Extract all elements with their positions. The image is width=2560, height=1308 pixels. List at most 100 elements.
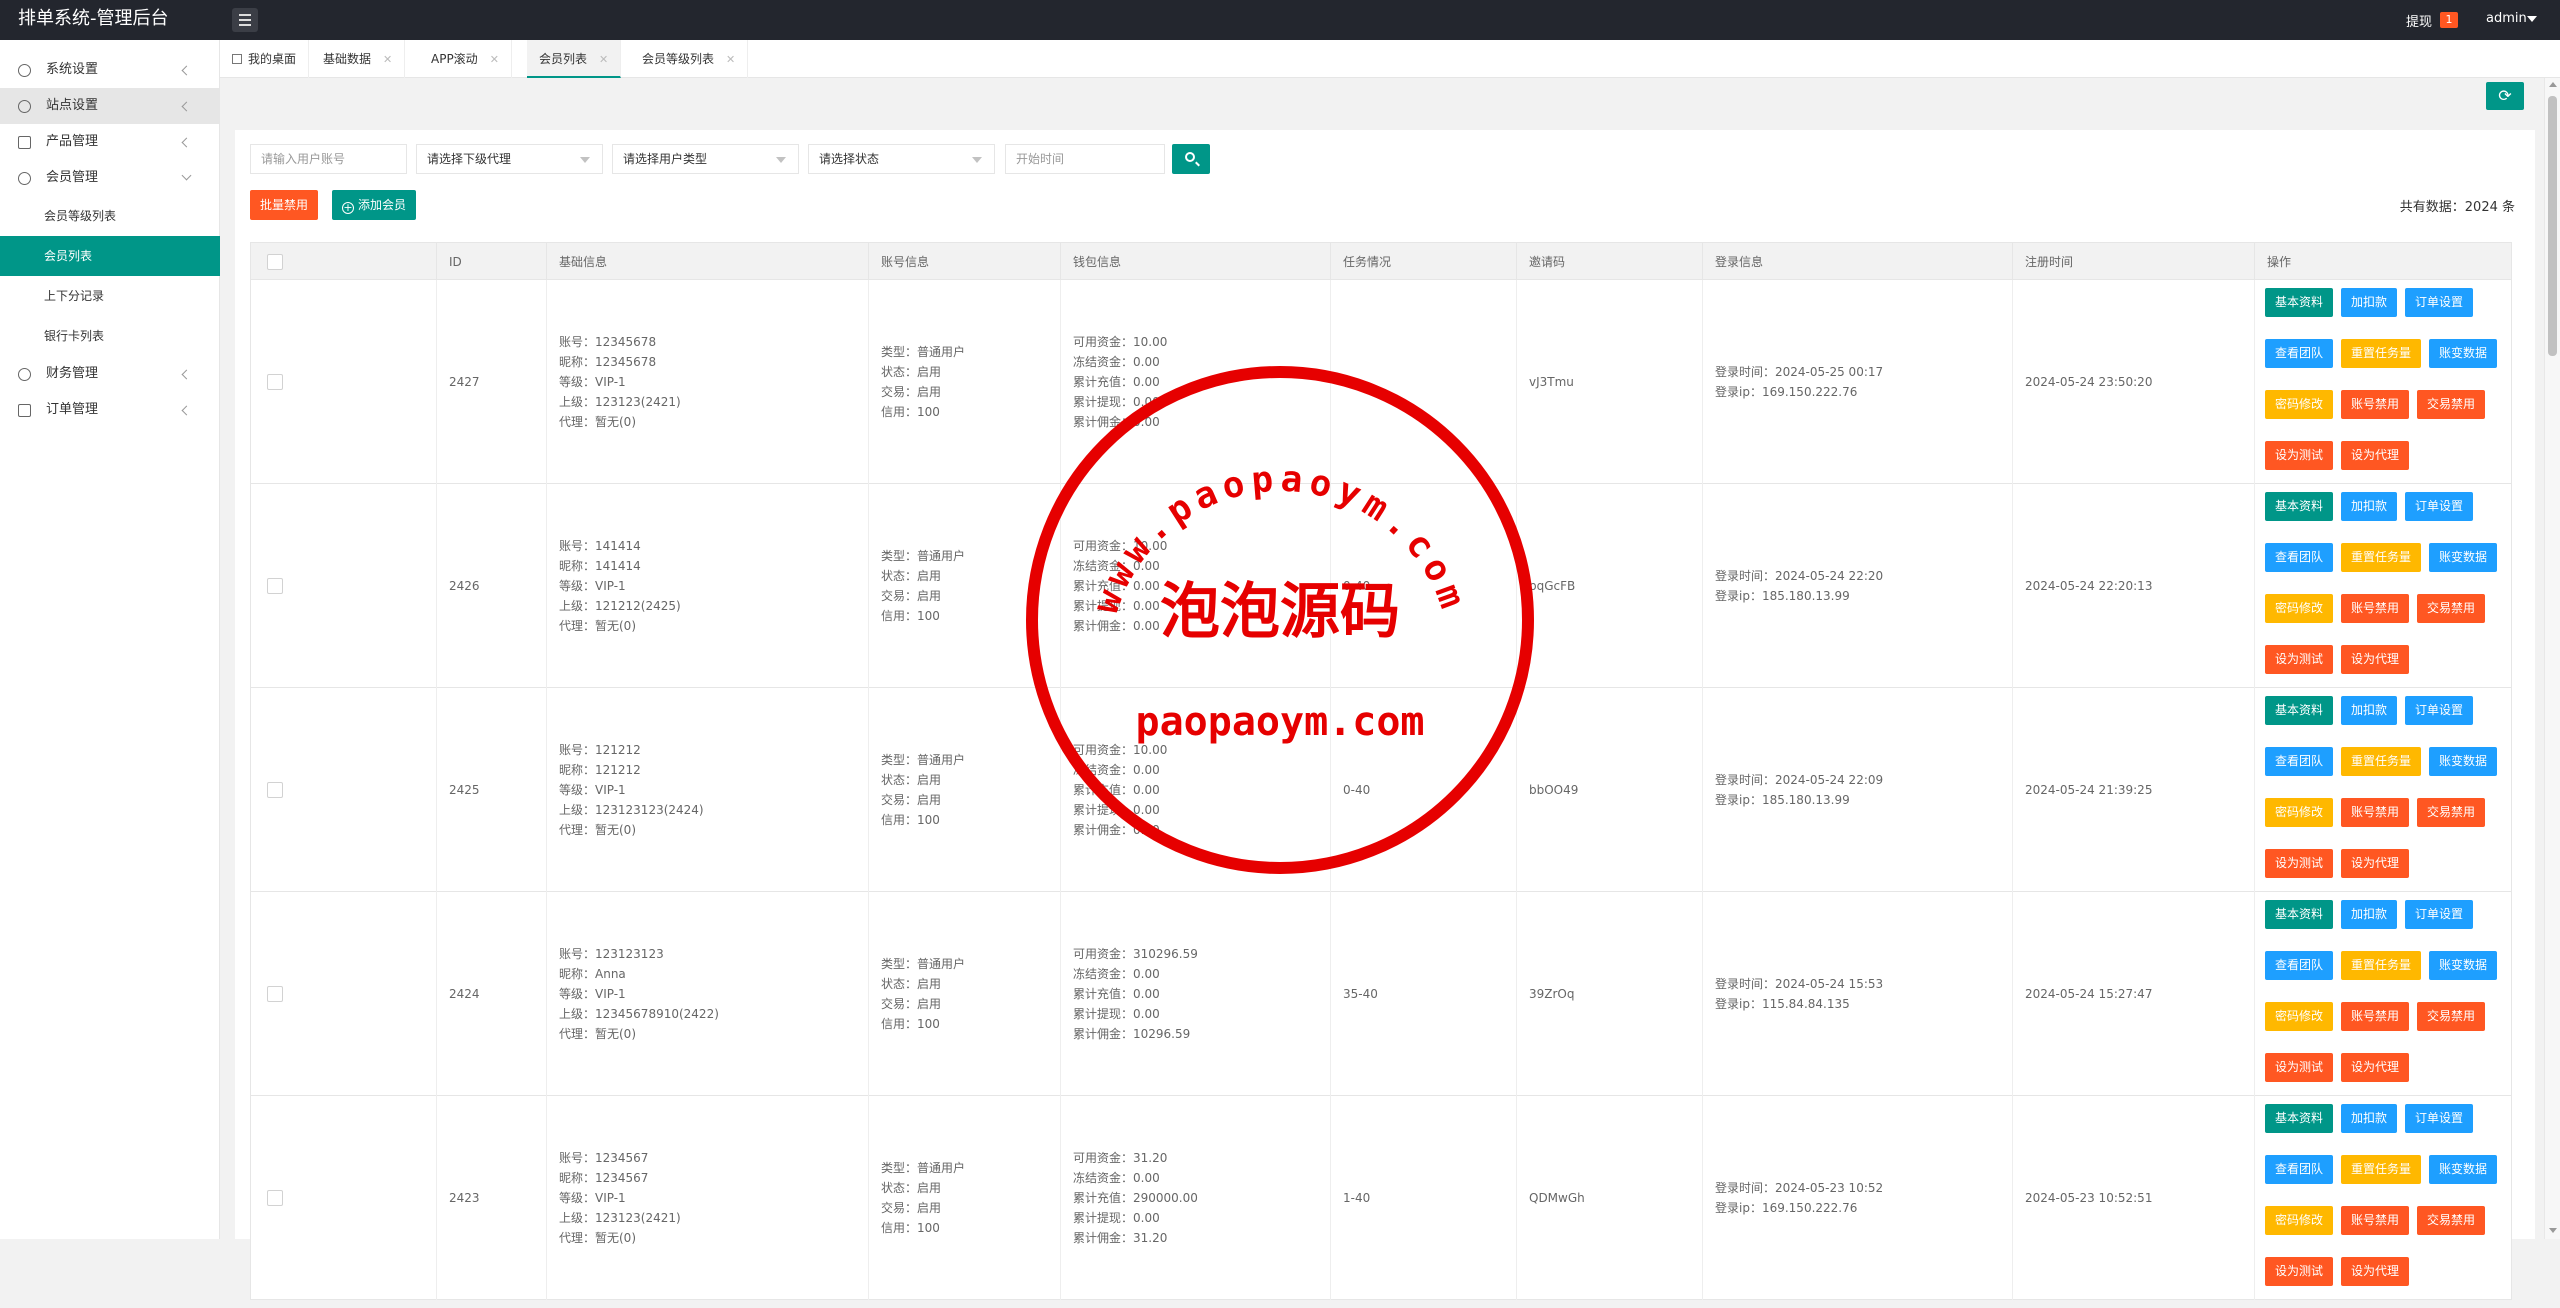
add-member-button[interactable]: + 添加会员 — [332, 190, 417, 220]
set-agent-button[interactable]: 设为代理 — [2341, 1257, 2410, 1286]
account-search-input[interactable]: 请输入用户账号 — [250, 144, 407, 174]
tab-member-list[interactable]: 会员列表 ✕ — [527, 40, 622, 78]
disable-account-button[interactable]: 账号禁用 — [2341, 798, 2410, 827]
sidebar-item-system-settings[interactable]: 系统设置 — [0, 52, 220, 88]
basic-info-button[interactable]: 基本资料 — [2265, 1104, 2334, 1133]
row-checkbox[interactable] — [267, 986, 283, 1002]
adjust-funds-button[interactable]: 加扣款 — [2341, 288, 2398, 317]
view-team-button[interactable]: 查看团队 — [2265, 543, 2334, 572]
view-team-button[interactable]: 查看团队 — [2265, 339, 2334, 368]
balance-changes-button[interactable]: 账变数据 — [2429, 747, 2498, 776]
disable-account-button[interactable]: 账号禁用 — [2341, 390, 2410, 419]
change-password-button[interactable]: 密码修改 — [2265, 798, 2334, 827]
change-password-button[interactable]: 密码修改 — [2265, 1206, 2334, 1235]
reset-tasks-button[interactable]: 重置任务量 — [2341, 1155, 2422, 1184]
disable-account-button[interactable]: 账号禁用 — [2341, 1206, 2410, 1235]
withdraw-link[interactable]: 提现 — [2406, 11, 2432, 30]
adjust-funds-button[interactable]: 加扣款 — [2341, 696, 2398, 725]
order-settings-button[interactable]: 订单设置 — [2405, 1104, 2474, 1133]
disable-trade-button[interactable]: 交易禁用 — [2417, 1206, 2486, 1235]
close-icon[interactable]: ✕ — [490, 53, 499, 66]
row-checkbox[interactable] — [267, 782, 283, 798]
order-settings-button[interactable]: 订单设置 — [2405, 288, 2474, 317]
balance-changes-button[interactable]: 账变数据 — [2429, 1155, 2498, 1184]
caret-down-icon[interactable] — [2527, 16, 2537, 22]
sidebar-item-finance[interactable]: 财务管理 — [0, 356, 220, 392]
search-button[interactable] — [1172, 144, 1210, 174]
set-test-button[interactable]: 设为测试 — [2265, 645, 2334, 674]
set-agent-button[interactable]: 设为代理 — [2341, 441, 2410, 470]
disable-trade-button[interactable]: 交易禁用 — [2417, 1002, 2486, 1031]
reset-tasks-button[interactable]: 重置任务量 — [2341, 543, 2422, 572]
disable-account-button[interactable]: 账号禁用 — [2341, 594, 2410, 623]
set-test-button[interactable]: 设为测试 — [2265, 441, 2334, 470]
user-type-select[interactable]: 请选择用户类型 — [612, 144, 799, 174]
view-team-button[interactable]: 查看团队 — [2265, 1155, 2334, 1184]
cell-invite: bbOO49 — [1517, 688, 1703, 892]
basic-info-button[interactable]: 基本资料 — [2265, 492, 2334, 521]
sidebar-item-member-levels[interactable]: 会员等级列表 — [0, 196, 220, 236]
start-time-input[interactable]: 开始时间 — [1005, 144, 1165, 174]
scroll-down-icon[interactable] — [2549, 1228, 2557, 1233]
adjust-funds-button[interactable]: 加扣款 — [2341, 900, 2398, 929]
row-checkbox[interactable] — [267, 578, 283, 594]
change-password-button[interactable]: 密码修改 — [2265, 594, 2334, 623]
set-agent-button[interactable]: 设为代理 — [2341, 849, 2410, 878]
view-team-button[interactable]: 查看团队 — [2265, 747, 2334, 776]
tab-member-levels[interactable]: 会员等级列表 ✕ — [630, 40, 749, 78]
row-checkbox[interactable] — [267, 374, 283, 390]
scrollbar-thumb[interactable] — [2548, 96, 2557, 356]
sidebar-item-member-list[interactable]: 会员列表 — [0, 236, 220, 276]
set-agent-button[interactable]: 设为代理 — [2341, 645, 2410, 674]
basic-info-button[interactable]: 基本资料 — [2265, 288, 2334, 317]
set-agent-button[interactable]: 设为代理 — [2341, 1053, 2410, 1082]
tab-desktop[interactable]: 我的桌面 — [220, 40, 310, 78]
cell-basic: 账号：1234567 昵称：1234567 等级：VIP-1 上级：123123(24… — [547, 1096, 869, 1300]
adjust-funds-button[interactable]: 加扣款 — [2341, 492, 2398, 521]
balance-changes-button[interactable]: 账变数据 — [2429, 951, 2498, 980]
order-settings-button[interactable]: 订单设置 — [2405, 900, 2474, 929]
tab-base-data[interactable]: 基础数据 ✕ — [311, 40, 406, 78]
order-settings-button[interactable]: 订单设置 — [2405, 492, 2474, 521]
change-password-button[interactable]: 密码修改 — [2265, 390, 2334, 419]
change-password-button[interactable]: 密码修改 — [2265, 1002, 2334, 1031]
row-checkbox[interactable] — [267, 1190, 283, 1206]
basic-info-button[interactable]: 基本资料 — [2265, 900, 2334, 929]
disable-trade-button[interactable]: 交易禁用 — [2417, 594, 2486, 623]
page-scrollbar[interactable] — [2544, 78, 2560, 1239]
status-select[interactable]: 请选择状态 — [808, 144, 995, 174]
close-icon[interactable]: ✕ — [726, 53, 735, 66]
reset-tasks-button[interactable]: 重置任务量 — [2341, 747, 2422, 776]
sidebar-item-site-settings[interactable]: 站点设置 — [0, 88, 220, 124]
total-count: 共有数据：2024 条 — [2399, 200, 2515, 215]
reset-tasks-button[interactable]: 重置任务量 — [2341, 951, 2422, 980]
agent-select[interactable]: 请选择下级代理 — [416, 144, 603, 174]
set-test-button[interactable]: 设为测试 — [2265, 1053, 2334, 1082]
batch-disable-button[interactable]: 批量禁用 — [250, 190, 319, 220]
view-team-button[interactable]: 查看团队 — [2265, 951, 2334, 980]
balance-changes-button[interactable]: 账变数据 — [2429, 543, 2498, 572]
balance-changes-button[interactable]: 账变数据 — [2429, 339, 2498, 368]
sidebar-item-bank-cards[interactable]: 银行卡列表 — [0, 316, 220, 356]
reset-tasks-button[interactable]: 重置任务量 — [2341, 339, 2422, 368]
close-icon[interactable]: ✕ — [383, 53, 392, 66]
tab-app-scroll[interactable]: APP滚动 ✕ — [419, 40, 512, 78]
close-icon[interactable]: ✕ — [599, 53, 608, 66]
sidebar-item-members[interactable]: 会员管理 — [0, 160, 220, 196]
sidebar-item-orders[interactable]: 订单管理 — [0, 392, 220, 428]
set-test-button[interactable]: 设为测试 — [2265, 1257, 2334, 1286]
disable-trade-button[interactable]: 交易禁用 — [2417, 798, 2486, 827]
disable-trade-button[interactable]: 交易禁用 — [2417, 390, 2486, 419]
user-menu[interactable]: admin — [2486, 11, 2527, 26]
set-test-button[interactable]: 设为测试 — [2265, 849, 2334, 878]
adjust-funds-button[interactable]: 加扣款 — [2341, 1104, 2398, 1133]
sidebar-item-balance-records[interactable]: 上下分记录 — [0, 276, 220, 316]
sidebar-item-products[interactable]: 产品管理 — [0, 124, 220, 160]
refresh-button[interactable]: ⟳ — [2486, 82, 2524, 110]
order-settings-button[interactable]: 订单设置 — [2405, 696, 2474, 725]
basic-info-button[interactable]: 基本资料 — [2265, 696, 2334, 725]
disable-account-button[interactable]: 账号禁用 — [2341, 1002, 2410, 1031]
scroll-up-icon[interactable] — [2549, 82, 2557, 87]
menu-toggle-icon[interactable] — [232, 8, 258, 32]
select-all-checkbox[interactable] — [267, 254, 283, 270]
